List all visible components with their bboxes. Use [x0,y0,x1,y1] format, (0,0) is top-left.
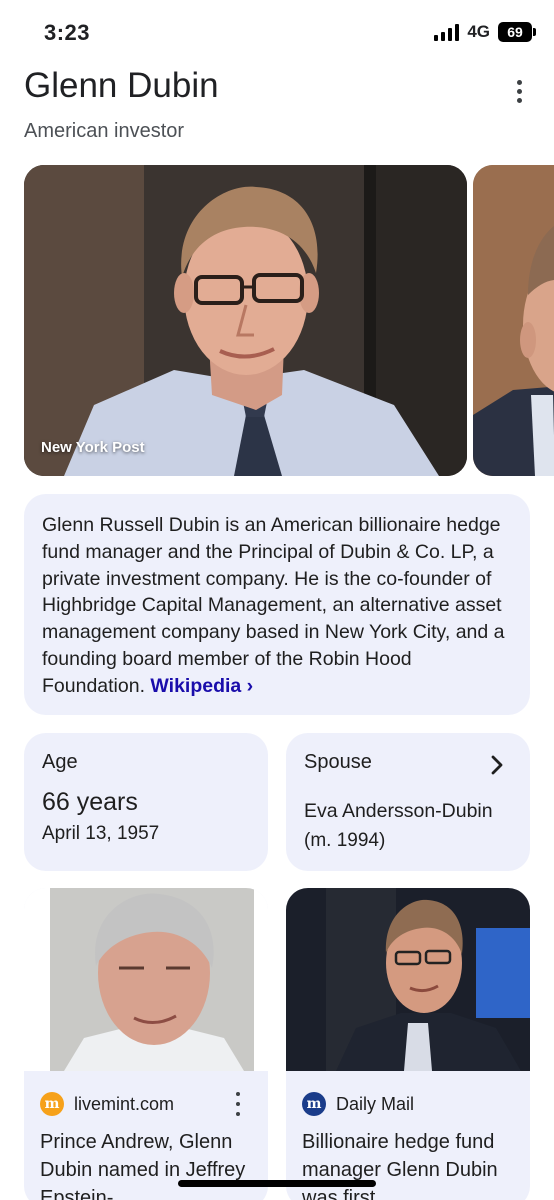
news-source: m livemint.com [40,1092,174,1116]
wikipedia-link[interactable]: Wikipedia › [150,675,253,697]
more-options-button[interactable] [504,76,534,106]
news-card[interactable]: m livemint.com Prince Andrew, Glenn Dubi… [24,888,268,1200]
birth-date: April 13, 1957 [42,823,160,844]
image-source-caption: New York Post [41,439,145,456]
spouse-value: Eva Andersson-Dubin [304,800,493,822]
spouse-card[interactable]: Spouse Eva Andersson-Dubin (m. 1994) [286,733,530,871]
page-subtitle: American investor [24,120,185,142]
secondary-image[interactable] [473,165,554,476]
status-bar: 3:23 4G 69 [0,0,554,68]
status-indicators: 4G 69 [434,22,536,42]
more-dot-icon [516,88,522,94]
page-title: Glenn Dubin [24,66,219,105]
description-text: Glenn Russell Dubin is an American billi… [42,512,512,700]
network-type: 4G [467,22,490,41]
news-source-name: livemint.com [74,1093,175,1114]
age-label: Age [42,751,78,773]
marriage-year: (m. 1994) [304,830,386,851]
news-card[interactable]: m Daily Mail Billionaire hedge fund mana… [286,888,530,1200]
main-image[interactable]: New York Post [24,165,467,476]
battery-icon: 69 [498,22,536,42]
news-thumbnail [24,888,268,1071]
more-dot-icon [516,79,522,85]
livemint-logo-icon: m [40,1092,64,1116]
news-source: m Daily Mail [302,1092,414,1116]
more-dot-icon [516,97,522,103]
news-source-name: Daily Mail [336,1093,415,1114]
age-value: 66 years [42,788,138,816]
age-card: Age 66 years April 13, 1957 [24,733,268,871]
spouse-label: Spouse [304,751,372,773]
more-dot-icon [236,1092,240,1096]
dailymail-logo-icon: m [302,1092,326,1116]
news-more-button[interactable] [234,1092,242,1116]
status-time: 3:23 [44,20,91,45]
description-body: Glenn Russell Dubin is an American billi… [42,514,505,697]
news-headline: Billionaire hedge fund manager Glenn Dub… [302,1131,498,1200]
cellular-signal-icon [434,23,460,41]
portrait-illustration [24,165,467,476]
screen: 3:23 4G 69 Glenn Dubin American investor [0,0,554,1200]
portrait-illustration-secondary [473,165,554,476]
description-card: Glenn Russell Dubin is an American billi… [24,494,530,715]
home-indicator[interactable] [178,1180,376,1187]
news-headline: Prince Andrew, Glenn Dubin named in Jeff… [40,1131,246,1200]
chevron-right-icon [491,755,503,775]
more-dot-icon [236,1102,240,1106]
news-thumbnail [286,888,530,1071]
more-dot-icon [236,1112,240,1116]
